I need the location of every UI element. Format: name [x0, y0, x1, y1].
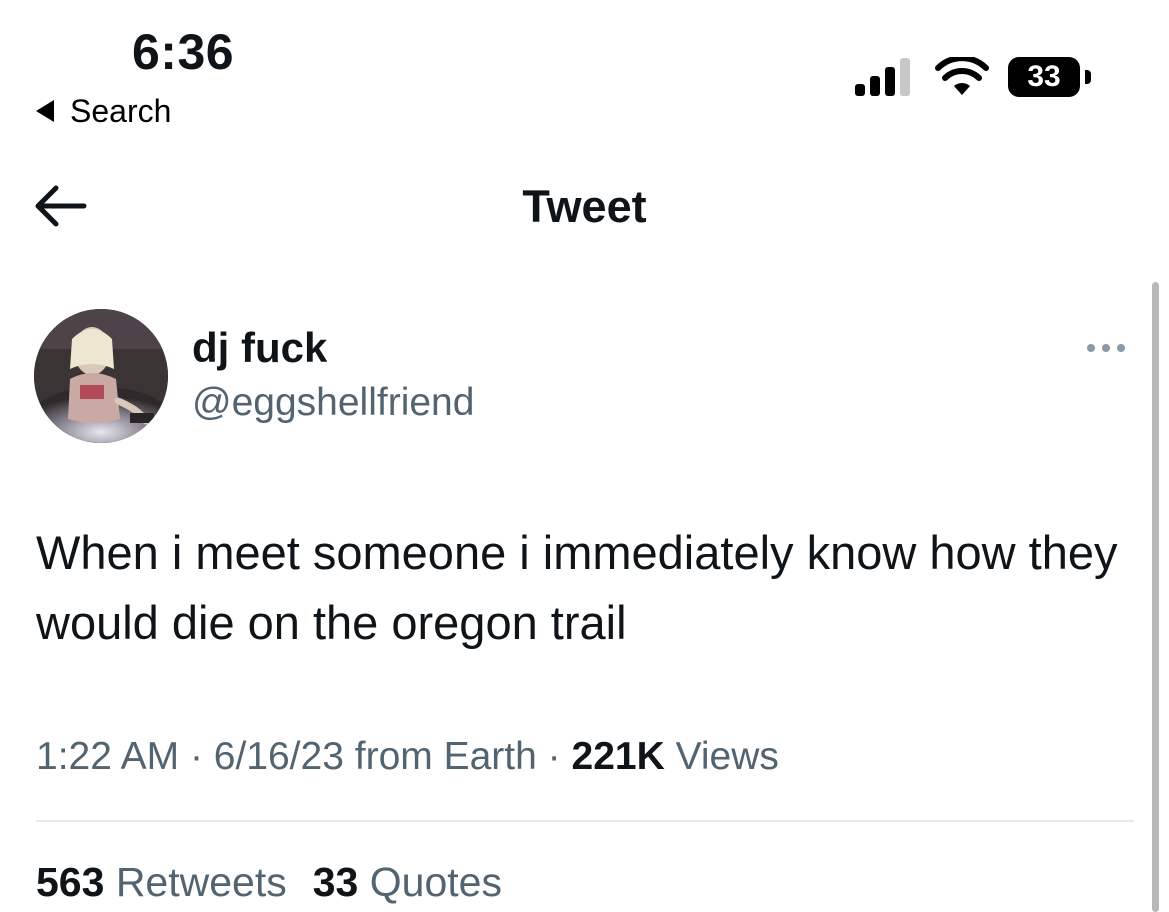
wifi-icon: [935, 57, 989, 95]
tweet-source: from Earth: [354, 735, 537, 778]
views-count: 221K: [571, 735, 665, 778]
author-display-name[interactable]: dj fuck: [192, 322, 327, 374]
avatar-photo: [34, 309, 168, 443]
tweet-time[interactable]: 1:22 AM: [36, 735, 179, 778]
retweets-count: 563: [36, 859, 105, 905]
arrow-left-icon[interactable]: [32, 184, 88, 228]
cellular-signal-icon: [855, 58, 910, 96]
divider: [36, 820, 1134, 822]
retweets-label: Retweets: [115, 859, 287, 905]
battery-level: 33: [1008, 57, 1080, 97]
tweet-date[interactable]: 6/16/23: [214, 735, 344, 778]
back-to-app-label: Search: [70, 92, 172, 129]
battery-terminal: [1085, 70, 1091, 84]
back-to-app-button[interactable]: Search: [36, 92, 171, 130]
tweet-meta: 1:22 AM · 6/16/23 from Earth · 221K View…: [36, 730, 779, 784]
tweet-text: When i meet someone i immediately know h…: [36, 526, 1118, 649]
status-time: 6:36: [132, 24, 235, 80]
tweet-stats: 563 Retweets 33 Quotes: [36, 854, 502, 910]
quotes-count: 33: [312, 859, 359, 905]
back-triangle-icon: [36, 100, 54, 122]
scroll-indicator[interactable]: [1152, 282, 1159, 912]
battery-indicator: 33: [1008, 57, 1098, 99]
avatar[interactable]: [34, 309, 168, 443]
more-horizontal-icon[interactable]: [1084, 336, 1128, 360]
retweets-stat[interactable]: 563 Retweets: [36, 859, 287, 905]
quotes-label: Quotes: [369, 859, 502, 905]
quotes-stat[interactable]: 33 Quotes: [313, 859, 502, 905]
meta-separator: ·: [547, 735, 561, 778]
page-title: Tweet: [522, 181, 647, 232]
views-label: Views: [675, 735, 779, 778]
meta-separator: ·: [189, 735, 203, 778]
author-handle[interactable]: @eggshellfriend: [192, 378, 474, 428]
